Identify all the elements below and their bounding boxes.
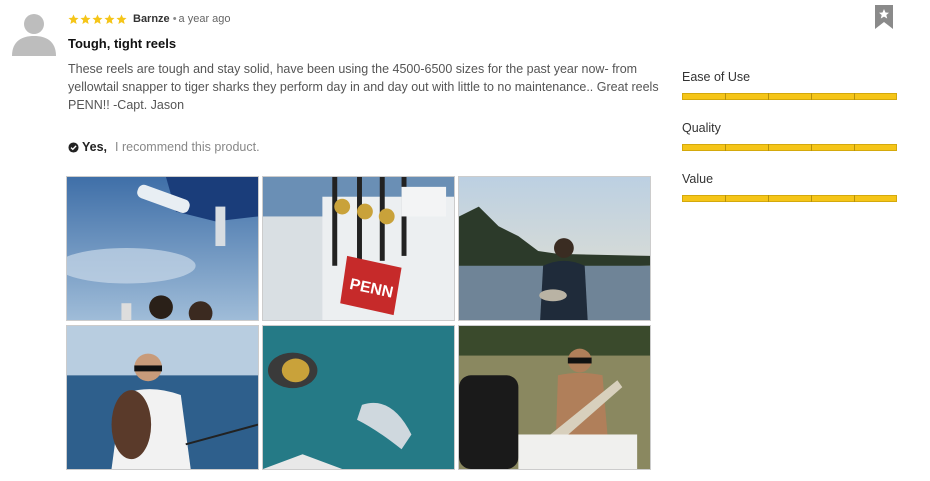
review-headline: Tough, tight reels [68, 36, 177, 51]
rating-label: Quality [682, 121, 721, 135]
rating-bar-divider [768, 144, 769, 151]
star-icon [68, 13, 79, 24]
recommend-yes: Yes, [82, 140, 108, 154]
rating-bar-divider [725, 93, 726, 100]
rating-bar [682, 195, 897, 202]
check-circle-icon [68, 141, 79, 153]
star-rating [68, 13, 127, 25]
star-icon [104, 13, 115, 24]
rating-row: Quality [682, 121, 898, 172]
recommend-text: I recommend this product. [115, 140, 260, 154]
rating-bar-fill [682, 195, 897, 202]
star-icon [92, 13, 103, 24]
rating-bar [682, 144, 897, 151]
rating-bar-divider [768, 195, 769, 202]
rating-bar-divider [854, 144, 855, 151]
rating-bar-divider [854, 93, 855, 100]
rating-row: Value [682, 172, 898, 223]
rating-bar-divider [811, 93, 812, 100]
review-meta: Barnze • a year ago [68, 12, 231, 26]
review-photo[interactable] [458, 176, 651, 321]
review-photo[interactable] [66, 176, 259, 321]
rating-row: Ease of Use [682, 70, 898, 121]
rating-bar [682, 93, 897, 100]
review-photo[interactable] [458, 325, 651, 470]
rating-bar-divider [811, 144, 812, 151]
star-icon [80, 13, 91, 24]
bookmark-star-icon[interactable] [875, 5, 893, 29]
review-body: These reels are tough and stay solid, ha… [68, 62, 659, 112]
meta-separator: • [172, 13, 177, 25]
star-icon [116, 13, 127, 24]
avatar-icon [10, 8, 58, 56]
review-photo[interactable] [262, 325, 455, 470]
review-author[interactable]: Barnze [133, 13, 170, 25]
rating-bar-divider [725, 195, 726, 202]
rating-bar-divider [768, 93, 769, 100]
rating-label: Ease of Use [682, 70, 751, 84]
rating-label: Value [682, 172, 714, 186]
rating-bar-fill [682, 144, 897, 151]
review-time: a year ago [178, 13, 231, 25]
secondary-ratings: Ease of Use Quality Value [682, 70, 898, 223]
rating-bar-divider [811, 195, 812, 202]
rating-bar-divider [725, 144, 726, 151]
rating-bar-divider [854, 195, 855, 202]
review-photo[interactable]: PENN [262, 176, 455, 321]
recommendation: Yes, I recommend this product. [68, 140, 260, 154]
review-photo[interactable] [66, 325, 259, 470]
review-photos: PENN [66, 176, 652, 471]
rating-bar-fill [682, 93, 897, 100]
